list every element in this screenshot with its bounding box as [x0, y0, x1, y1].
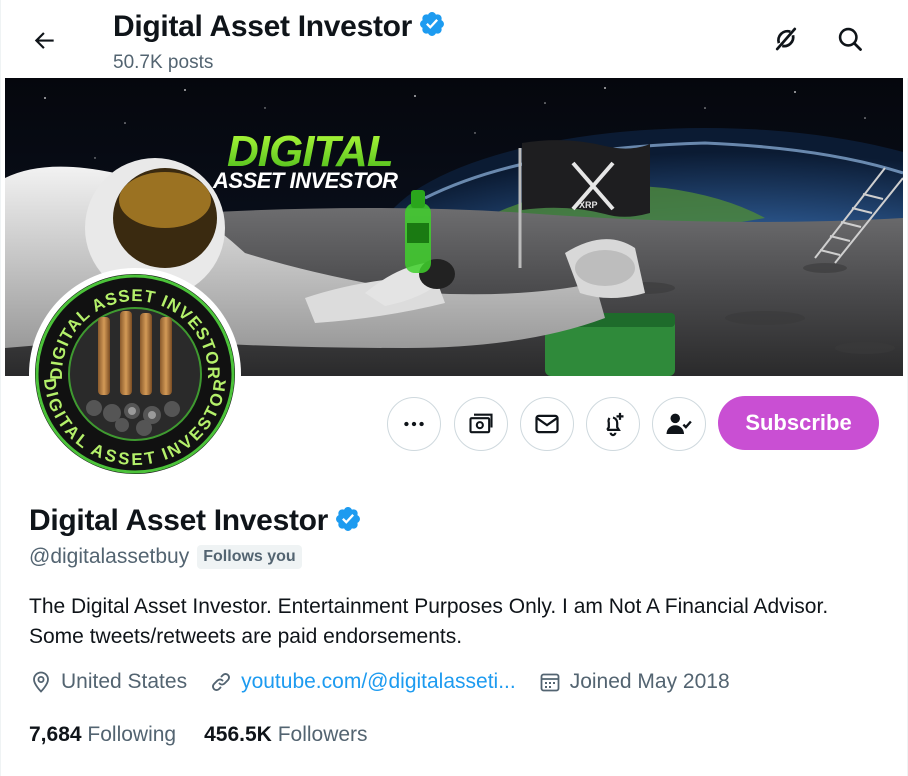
back-button[interactable]	[23, 18, 67, 62]
profile-meta: United States youtube.com/@digitalasseti…	[29, 670, 752, 694]
website-item: youtube.com/@digitalasseti...	[209, 670, 516, 694]
more-button[interactable]	[387, 397, 441, 451]
following-button[interactable]	[652, 397, 706, 451]
top-header: Digital Asset Investor 50.7K posts	[1, 0, 908, 78]
notify-button[interactable]	[586, 397, 640, 451]
location-pin-icon	[33, 671, 49, 693]
search-button[interactable]	[827, 16, 873, 62]
avatar[interactable]: DIGITAL ASSET INVESTOR DIGITAL ASSET INV…	[29, 268, 241, 480]
calendar-icon	[540, 673, 560, 692]
followers-stat[interactable]: 456.5K Followers	[204, 723, 367, 747]
flag-text: XRP	[579, 200, 598, 210]
profile-name: Digital Asset Investor	[29, 504, 329, 537]
profile-name-row: Digital Asset Investor	[29, 504, 362, 538]
arrow-left-icon	[34, 32, 54, 49]
grok-icon	[775, 27, 797, 51]
profile-bio: The Digital Asset Investor. Entertainmen…	[29, 595, 829, 648]
grok-button[interactable]	[763, 16, 809, 62]
followers-label: Followers	[277, 723, 368, 746]
message-button[interactable]	[520, 397, 574, 451]
followers-count: 456.5K	[204, 723, 272, 746]
tip-money-icon	[469, 413, 493, 434]
posts-count: 50.7K posts	[113, 52, 214, 73]
verified-badge-icon[interactable]	[334, 505, 362, 538]
joined-item: Joined May 2018	[538, 670, 730, 694]
follow-stats: 7,684 Following 456.5K Followers	[29, 723, 396, 747]
subscribe-button[interactable]: Subscribe	[718, 396, 879, 450]
header-title-row: Digital Asset Investor	[113, 8, 446, 46]
link-icon	[212, 673, 231, 691]
message-icon	[535, 414, 559, 434]
following-count: 7,684	[29, 723, 82, 746]
tip-button[interactable]	[454, 397, 508, 451]
header-title-block: Digital Asset Investor 50.7K posts	[113, 8, 446, 74]
location-item: United States	[29, 670, 187, 694]
website-link[interactable]: youtube.com/@digitalasseti...	[241, 670, 516, 694]
follows-you-badge: Follows you	[197, 545, 302, 569]
following-person-icon	[666, 413, 692, 434]
banner-logo-line2: ASSET INVESTOR	[212, 168, 398, 193]
location-text: United States	[61, 670, 188, 693]
search-icon	[838, 27, 862, 51]
profile-handle: @digitalassetbuy	[29, 545, 190, 568]
notify-bell-icon	[606, 412, 624, 437]
handle-row: @digitalassetbuy Follows you	[29, 545, 302, 569]
following-stat[interactable]: 7,684 Following	[29, 723, 176, 747]
verified-badge-icon	[418, 10, 446, 46]
joined-text: Joined May 2018	[569, 670, 730, 693]
profile-page: Digital Asset Investor 50.7K posts XRP D…	[0, 0, 908, 776]
header-title: Digital Asset Investor	[113, 10, 413, 43]
more-icon	[404, 421, 424, 427]
following-label: Following	[87, 723, 177, 746]
